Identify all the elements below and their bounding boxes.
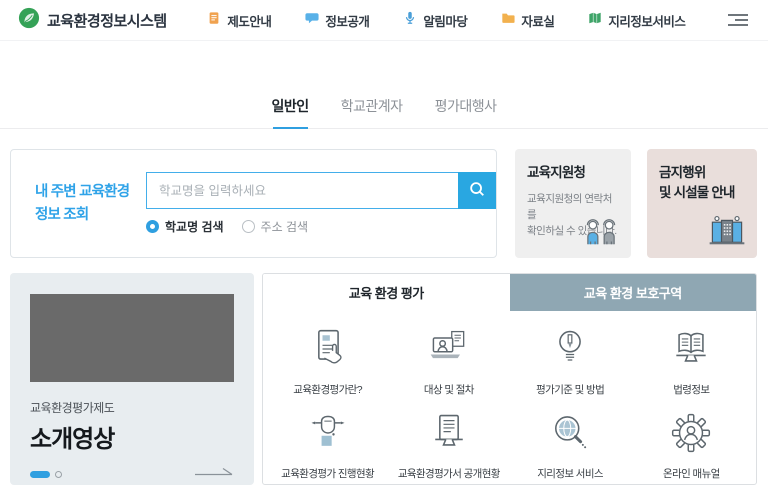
pager-active-dot[interactable] [30, 471, 50, 478]
chat-bubble-icon [305, 11, 319, 30]
radio-school-name-search[interactable]: 학교명 검색 [146, 218, 224, 235]
menu-legal-information[interactable]: 법령정보 [631, 327, 752, 397]
card-title: 교육지원청 [527, 163, 619, 183]
video-subtitle: 교육환경평가제도 [30, 399, 234, 416]
nav-item-system-guide[interactable]: 제도안내 [207, 11, 271, 30]
tab-school-officials[interactable]: 학교관계자 [341, 96, 403, 128]
book-monitor-icon [669, 327, 713, 376]
nearby-search-panel: 내 주변 교육환경 정보 조회 학교명 검색 [10, 149, 497, 258]
radio-unselected-icon [242, 220, 255, 233]
search-mode-radios: 학교명 검색 주소 검색 [146, 218, 496, 235]
tab-education-environment-evaluation[interactable]: 교육 환경 평가 [263, 274, 510, 311]
main-nav: 제도안내 정보공개 알림마당 자료실 지리정보서비스 [167, 11, 726, 30]
tab-general-public[interactable]: 일반인 [272, 96, 309, 128]
menu-target-and-procedure[interactable]: 대상 및 절차 [388, 327, 509, 397]
search-button[interactable] [458, 172, 496, 209]
menu-gis-service[interactable]: 지리정보 서비스 [510, 411, 631, 481]
logo-leaf-icon [18, 7, 40, 34]
radio-address-search[interactable]: 주소 검색 [242, 218, 309, 235]
menu-criteria-and-methods[interactable]: 평가기준 및 방법 [510, 327, 631, 397]
tablet-hand-icon [306, 327, 350, 376]
two-people-icon [580, 217, 622, 251]
user-type-tabs: 일반인 학교관계자 평가대행사 [0, 96, 768, 129]
hand-pencil-icon [306, 411, 350, 460]
intro-video-card: 교육환경평가제도 소개영상 [10, 273, 254, 485]
document-icon [207, 11, 221, 30]
video-thumbnail[interactable] [30, 294, 234, 382]
quick-menu-grid: 교육환경평가란? 대상 및 절차 [263, 311, 756, 481]
app-title: 교육환경정보시스템 [47, 10, 167, 31]
bulb-pencil-icon [548, 327, 592, 376]
video-title: 소개영상 [30, 419, 234, 454]
nav-item-gis-service[interactable]: 지리정보서비스 [588, 11, 685, 30]
quick-menu-panel: 교육 환경 평가 교육 환경 보호구역 교육환경평가란? [262, 273, 757, 485]
document-monitor-icon [427, 411, 471, 460]
menu-online-manual[interactable]: 온라인 매뉴얼 [631, 411, 752, 481]
tab-evaluation-agency[interactable]: 평가대행사 [435, 96, 497, 128]
header: 교육환경정보시스템 제도안내 정보공개 알림마당 자료실 [0, 0, 768, 41]
microphone-icon [403, 11, 417, 30]
nav-item-notice[interactable]: 알림마당 [403, 11, 467, 30]
building-icon [706, 213, 748, 251]
nav-item-library[interactable]: 자료실 [501, 11, 554, 30]
menu-evaluation-progress[interactable]: 교육환경평가 진행현황 [267, 411, 388, 481]
school-search-input[interactable] [146, 172, 458, 209]
radio-selected-icon [146, 220, 159, 233]
search-icon [468, 180, 486, 201]
hamburger-menu-icon[interactable] [726, 14, 748, 26]
prohibited-acts-card[interactable]: 금지행위 및 시설물 안내 [647, 149, 757, 258]
menu-what-is-evaluation[interactable]: 교육환경평가란? [267, 327, 388, 397]
folder-icon [501, 11, 515, 30]
laptop-person-icon [427, 327, 471, 376]
menu-report-disclosure[interactable]: 교육환경평가서 공개현황 [388, 411, 509, 481]
nav-item-info-disclosure[interactable]: 정보공개 [305, 11, 369, 30]
map-icon [588, 11, 602, 30]
tab-education-environment-protection-zone[interactable]: 교육 환경 보호구역 [510, 274, 757, 311]
video-pagination [30, 471, 62, 478]
next-arrow-icon[interactable] [194, 465, 234, 483]
gear-person-icon [669, 411, 713, 460]
education-office-card[interactable]: 교육지원청 교육지원청의 연락처를 확인하실 수 있습니다. [515, 149, 631, 258]
card-title: 금지행위 및 시설물 안내 [659, 163, 745, 202]
app-logo[interactable]: 교육환경정보시스템 [18, 7, 167, 34]
search-panel-title: 내 주변 교육환경 정보 조회 [35, 181, 134, 226]
globe-magnifier-icon [548, 411, 592, 460]
pager-inactive-dot[interactable] [55, 471, 62, 478]
